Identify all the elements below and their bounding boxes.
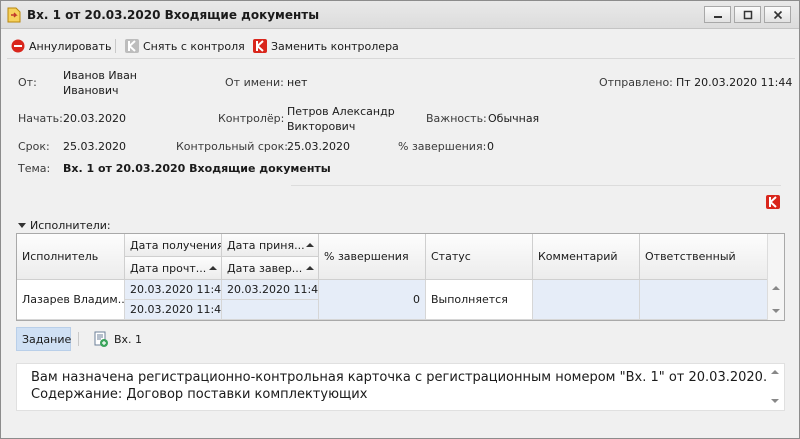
cell-executor[interactable]: Лазарев Владим... [17, 280, 125, 320]
replace-controller-button[interactable]: Заменить контролера [253, 37, 399, 55]
col-header-percent[interactable]: % завершения [319, 234, 426, 280]
scroll-up-icon[interactable] [772, 285, 780, 291]
col-header-comment[interactable]: Комментарий [533, 234, 640, 280]
on-behalf-value: нет [287, 76, 308, 89]
minimize-icon [714, 16, 722, 18]
col-header-read-label: Дата прочт... [130, 261, 207, 275]
control-deadline-label: Контрольный срок: [176, 140, 288, 153]
col-header-comment-label: Комментарий [538, 250, 618, 263]
k-red-icon[interactable] [766, 195, 780, 209]
col-header-executor-label: Исполнитель [22, 250, 99, 263]
divider [291, 185, 781, 186]
task-text-line1: Вам назначена регистрационно-контрольная… [31, 370, 768, 385]
col-header-completed-label: Дата завер... [227, 261, 303, 275]
col-header-status[interactable]: Статус [426, 234, 533, 280]
close-icon [773, 10, 783, 20]
document-arrow-icon [7, 7, 21, 23]
cell-accepted[interactable]: 20.03.2020 11:4... [222, 280, 319, 300]
col-header-status-label: Статус [431, 250, 471, 263]
sent-value: Пт 20.03.2020 11:44 [676, 76, 793, 89]
cell-percent-text: 0 [413, 293, 420, 306]
stop-circle-icon [11, 39, 25, 53]
controller-value: Петров Александр Викторович [287, 105, 395, 133]
close-button[interactable] [764, 6, 791, 23]
col-header-read[interactable]: Дата прочт... [125, 257, 222, 280]
col-header-executor[interactable]: Исполнитель [17, 234, 125, 280]
control-deadline-value: 25.03.2020 [287, 140, 350, 153]
scroll-down-icon[interactable] [772, 308, 780, 314]
col-header-responsible[interactable]: Ответственный [640, 234, 768, 280]
col-header-accepted[interactable]: Дата приня... [222, 234, 319, 257]
on-behalf-label: От имени: [225, 76, 284, 89]
col-header-percent-label: % завершения [324, 250, 409, 263]
tab-doc[interactable]: Вх. 1 [88, 327, 147, 351]
col-header-received-label: Дата получения [130, 238, 222, 252]
replace-controller-label: Заменить контролера [271, 39, 399, 53]
from-value: Иванов Иван Иванович [63, 69, 137, 97]
cancel-button[interactable]: Аннулировать [11, 37, 111, 55]
maximize-button[interactable] [734, 6, 761, 23]
task-text-line2: Содержание: Договор поставки комплектующ… [31, 387, 368, 402]
col-header-accepted-label: Дата приня... [227, 238, 305, 252]
subject-label: Тема: [18, 162, 51, 175]
executors-label: Исполнители: [30, 219, 111, 232]
sort-ascending-icon [306, 266, 314, 270]
title-bar: Вх. 1 от 20.03.2020 Входящие документы [1, 1, 799, 29]
grid-scrollbar[interactable] [767, 234, 784, 320]
task-text-area[interactable]: Вам назначена регистрационно-контрольная… [16, 363, 785, 411]
executors-grid: Исполнитель Дата получения Дата приня...… [16, 233, 785, 321]
cell-executor-text: Лазарев Владим... [22, 293, 125, 306]
minimize-button[interactable] [704, 6, 731, 23]
k-red-icon [253, 39, 267, 53]
col-header-received[interactable]: Дата получения [125, 234, 222, 257]
toolbar-separator [115, 39, 116, 53]
scroll-down-icon[interactable] [771, 398, 779, 404]
importance-value: Обычная [488, 112, 540, 125]
importance-label: Важность: [426, 112, 487, 125]
cell-completed[interactable] [222, 300, 319, 320]
cell-read-text: 20.03.2020 11:4... [130, 303, 222, 316]
cell-accepted-text: 20.03.2020 11:4... [227, 283, 319, 296]
executors-toggle[interactable]: Исполнители: [18, 219, 111, 232]
cell-responsible[interactable] [640, 280, 768, 320]
start-label: Начать: [18, 112, 63, 125]
k-grey-icon [125, 39, 139, 53]
triangle-down-icon [18, 223, 26, 228]
remove-control-button[interactable]: Снять с контроля [125, 37, 245, 55]
text-scrollbar[interactable] [767, 364, 784, 410]
toolbar: Аннулировать Снять с контроля Заменить к… [7, 33, 795, 59]
cell-received[interactable]: 20.03.2020 11:4... [125, 280, 222, 300]
cell-received-text: 20.03.2020 11:4... [130, 283, 222, 296]
cell-read[interactable]: 20.03.2020 11:4... [125, 300, 222, 320]
subject-value: Вх. 1 от 20.03.2020 Входящие документы [63, 162, 331, 175]
completion-value: 0 [487, 140, 494, 153]
tab-task[interactable]: Задание [16, 327, 71, 351]
main-window: Вх. 1 от 20.03.2020 Входящие документы А… [0, 0, 800, 439]
sort-ascending-icon [209, 266, 217, 270]
col-header-responsible-label: Ответственный [645, 250, 736, 263]
deadline-label: Срок: [18, 140, 50, 153]
remove-control-label: Снять с контроля [143, 39, 245, 53]
cell-status-text: Выполняется [431, 293, 508, 306]
controller-label: Контролёр: [218, 112, 285, 125]
from-label: От: [18, 76, 37, 89]
cancel-label: Аннулировать [29, 39, 112, 53]
start-value: 20.03.2020 [63, 112, 126, 125]
sort-ascending-icon [306, 243, 314, 247]
sent-label: Отправлено: [599, 76, 673, 89]
cell-percent[interactable]: 0 [319, 280, 426, 320]
deadline-value: 25.03.2020 [63, 140, 126, 153]
tab-separator [78, 332, 79, 346]
tab-doc-label: Вх. 1 [114, 332, 143, 346]
maximize-icon [743, 10, 753, 20]
completion-label: % завершения: [398, 140, 487, 153]
col-header-completed[interactable]: Дата завер... [222, 257, 319, 280]
tab-task-label: Задание [22, 332, 72, 346]
document-link-icon [94, 331, 108, 347]
cell-status[interactable]: Выполняется [426, 280, 533, 320]
cell-comment[interactable] [533, 280, 640, 320]
window-title: Вх. 1 от 20.03.2020 Входящие документы [27, 8, 320, 22]
scroll-up-icon[interactable] [771, 369, 779, 375]
